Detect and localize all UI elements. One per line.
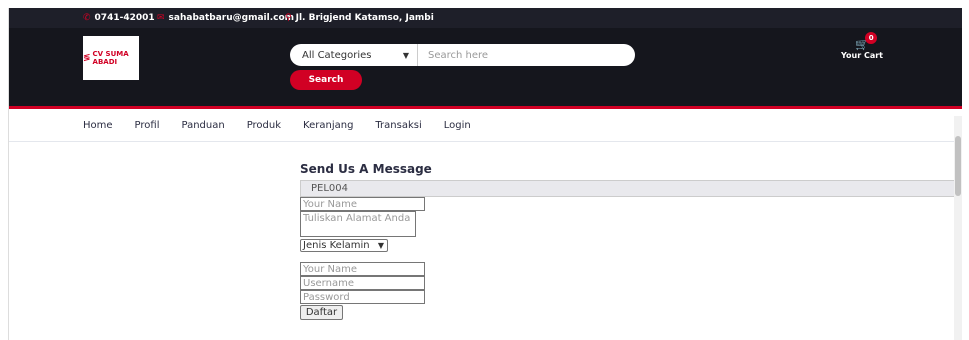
chevron-down-icon: ▼ [402,50,409,60]
search-input[interactable]: Search here [418,44,635,66]
gender-select-label: Jenis Kelamin [303,240,370,251]
search-bar: All Categories ▼ Search here [290,44,635,66]
main-header: ≶ CV SUMA ABADI All Categories ▼ Search … [9,28,962,109]
category-label: All Categories [302,49,372,61]
cart-count-badge: 0 [865,32,878,44]
register-button[interactable]: Daftar [300,305,343,320]
name-input[interactable]: Your Name [300,197,425,211]
search-button[interactable]: Search [290,70,362,90]
logo-icon: ≶ [83,53,91,63]
nav-item-home[interactable]: Home [83,120,113,131]
nav-item-transaksi[interactable]: Transaksi [375,120,421,131]
category-select[interactable]: All Categories ▼ [290,44,418,66]
nav-item-panduan[interactable]: Panduan [181,120,224,131]
vertical-scrollbar[interactable] [954,116,962,340]
address-textarea[interactable]: Tuliskan Alamat Anda [300,211,416,237]
cart-link[interactable]: 🛒 0 Your Cart [837,32,887,60]
cart-label: Your Cart [840,51,884,60]
form-title: Send Us A Message [300,162,432,176]
email-text: sahabatbaru@gmail.com [168,13,295,23]
nav-item-login[interactable]: Login [444,120,471,131]
address-text: Jl. Brigjend Katamso, Jambi [295,13,434,23]
phone-text: 0741-42001 [94,13,155,23]
full-name-input[interactable]: Your Name [300,262,425,276]
cart-icon: 🛒 0 [855,32,878,51]
phone-contact[interactable]: ✆ 0741-42001 [83,13,155,23]
username-input[interactable]: Username [300,276,425,290]
gender-select[interactable]: Jenis Kelamin ▼ [300,239,388,252]
map-pin-icon: ⚲ [285,13,292,23]
top-bar: ✆ 0741-42001 ✉ sahabatbaru@gmail.com ⚲ J… [9,8,962,28]
customer-id-field[interactable]: PEL004 [300,180,962,197]
scrollbar-thumb[interactable] [955,136,961,196]
main-navigation: Home Profil Panduan Produk Keranjang Tra… [9,109,962,142]
logo-text: CV SUMA ABADI [92,50,129,66]
address-contact[interactable]: ⚲ Jl. Brigjend Katamso, Jambi [285,13,434,23]
logo-mark: ≶ CV SUMA ABADI [83,50,139,66]
nav-item-keranjang[interactable]: Keranjang [303,120,353,131]
chevron-down-icon: ▼ [377,241,384,250]
password-input[interactable]: Password [300,290,425,304]
nav-item-profil[interactable]: Profil [135,120,160,131]
phone-icon: ✆ [83,13,91,23]
email-contact[interactable]: ✉ sahabatbaru@gmail.com [157,13,294,23]
mail-icon: ✉ [157,13,165,23]
page: ✆ 0741-42001 ✉ sahabatbaru@gmail.com ⚲ J… [8,8,962,340]
nav-item-produk[interactable]: Produk [247,120,281,131]
site-logo[interactable]: ≶ CV SUMA ABADI [83,36,139,80]
